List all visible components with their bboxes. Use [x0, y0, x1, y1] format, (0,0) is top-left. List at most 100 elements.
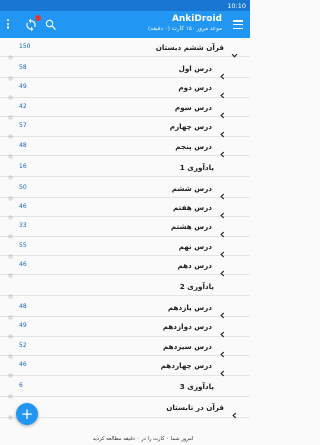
deck-options-icon[interactable]	[8, 124, 13, 139]
deck-row[interactable]: 150 قرآن ششم دبستان	[0, 38, 250, 60]
deck-due-count: 55	[19, 241, 27, 249]
deck-name[interactable]: درس هشتم	[171, 222, 212, 231]
deck-due-count: 48	[19, 303, 27, 311]
deck-name[interactable]: یادآوری 1	[180, 163, 214, 172]
deck-due-count: 58	[19, 63, 27, 71]
deck-row[interactable]: 48 درس یازدهم	[0, 298, 250, 320]
chevron-down-icon[interactable]	[231, 44, 238, 58]
deck-name[interactable]: درس اول	[179, 64, 212, 73]
chevron-left-icon[interactable]	[219, 84, 226, 99]
deck-name[interactable]: یادآوری 2	[180, 282, 214, 291]
deck-due-count: 6	[19, 382, 23, 390]
search-icon[interactable]	[44, 17, 58, 31]
deck-due-count: 46	[19, 361, 27, 369]
sync-icon[interactable]	[24, 15, 41, 32]
deck-name[interactable]: قرآن ششم دبستان	[156, 43, 224, 52]
deck-row[interactable]: 46 درس دهم	[0, 256, 250, 278]
deck-row[interactable]: 50 درس ششم	[0, 179, 250, 200]
chevron-left-icon[interactable]	[219, 185, 226, 199]
deck-options-icon[interactable]	[8, 324, 13, 339]
chevron-left-icon[interactable]	[219, 323, 226, 338]
deck-row[interactable]: 46 درس هفتم	[0, 198, 250, 220]
deck-row[interactable]: 55 درس نهم	[0, 237, 250, 259]
chevron-left-icon[interactable]	[231, 404, 238, 419]
deck-row[interactable]: 52 درس سیزدهم	[0, 337, 250, 359]
deck-row[interactable]: 48 درس پنجم	[0, 137, 250, 158]
deck-options-icon[interactable]	[8, 305, 13, 320]
deck-name[interactable]: درس دهم	[177, 261, 212, 270]
deck-options-icon[interactable]	[8, 284, 13, 299]
chevron-left-icon[interactable]	[219, 262, 226, 277]
deck-options-icon[interactable]	[8, 165, 13, 179]
deck-options-icon[interactable]	[8, 105, 13, 120]
deck-options-icon[interactable]	[8, 224, 13, 239]
deck-row[interactable]: 33 درس هشتم	[0, 217, 250, 239]
deck-row[interactable]: 58 درس اول	[0, 59, 250, 81]
more-options-icon[interactable]	[6, 19, 10, 31]
deck-options-icon[interactable]	[8, 66, 13, 81]
deck-name[interactable]: درس نهم	[179, 242, 212, 251]
deck-row[interactable]: 57 درس چهارم	[0, 117, 250, 139]
deck-name[interactable]: درس چهاردهم	[161, 361, 212, 370]
deck-row[interactable]: 49 درس دوازدهم	[0, 317, 250, 339]
app-subtitle: موعد مرور ۱۵۰ کارت (۰ دقیقه)	[148, 26, 222, 32]
deck-row[interactable]: 6 یادآوری 3	[0, 377, 250, 399]
hamburger-menu-icon[interactable]	[233, 20, 243, 31]
deck-name[interactable]: درس یازدهم	[168, 303, 212, 312]
deck-due-count: 150	[19, 43, 31, 50]
app-title: AnkiDroid	[171, 14, 222, 24]
sync-badge	[35, 15, 41, 21]
deck-options-icon[interactable]	[8, 186, 13, 200]
deck-options-icon[interactable]	[8, 45, 13, 60]
add-fab-button[interactable]: +	[16, 403, 38, 425]
deck-options-icon[interactable]	[8, 244, 13, 259]
deck-row[interactable]: 16 یادآوری 1	[0, 158, 250, 179]
deck-name[interactable]: قرآن در تابستان	[166, 403, 224, 412]
deck-due-count: 16	[19, 162, 27, 170]
deck-row[interactable]: یادآوری 2	[0, 277, 250, 299]
study-summary: امروز شما ۰ کارت را در ۰ دقیقه مطالعه کر…	[92, 436, 194, 442]
deck-name[interactable]: درس ششم	[172, 184, 212, 193]
deck-name[interactable]: درس دوازدهم	[163, 322, 212, 331]
deck-name[interactable]: درس سیزدهم	[163, 342, 212, 351]
deck-name[interactable]: یادآوری 3	[180, 382, 214, 391]
deck-row[interactable]: 42 درس سوم	[0, 98, 250, 120]
deck-name[interactable]: درس دوم	[178, 83, 212, 92]
plus-icon: +	[20, 405, 34, 423]
status-clock: 10:10	[227, 1, 246, 10]
deck-due-count: 46	[19, 261, 27, 269]
deck-options-icon[interactable]	[8, 405, 13, 420]
chevron-left-icon[interactable]	[219, 304, 226, 319]
deck-options-icon[interactable]	[8, 85, 13, 100]
chevron-left-icon[interactable]	[219, 204, 226, 219]
chevron-left-icon[interactable]	[219, 123, 226, 138]
chevron-left-icon[interactable]	[219, 65, 226, 80]
deck-name[interactable]: درس پنجم	[175, 142, 212, 151]
deck-due-count: 52	[19, 341, 27, 349]
chevron-left-icon[interactable]	[219, 143, 226, 157]
deck-due-count: 49	[19, 83, 27, 91]
chevron-left-icon[interactable]	[219, 343, 226, 358]
deck-options-icon[interactable]	[8, 263, 13, 278]
deck-name[interactable]: درس هفتم	[173, 203, 212, 212]
deck-options-icon[interactable]	[8, 205, 13, 220]
chevron-left-icon[interactable]	[219, 223, 226, 238]
status-bar: 10:10	[0, 0, 250, 11]
deck-name[interactable]: درس سوم	[175, 103, 212, 112]
deck-due-count: 48	[19, 141, 27, 149]
deck-due-count: 33	[19, 222, 27, 230]
deck-options-icon[interactable]	[8, 344, 13, 359]
deck-name[interactable]: درس چهارم	[170, 122, 212, 131]
deck-list: 150 قرآن ششم دبستان 58 درس اول 49 درس دوم 42 در…	[0, 38, 250, 420]
deck-options-icon[interactable]	[8, 363, 13, 378]
deck-options-icon[interactable]	[8, 384, 13, 399]
deck-due-count: 42	[19, 102, 27, 110]
chevron-left-icon[interactable]	[219, 104, 226, 119]
chevron-left-icon[interactable]	[219, 362, 226, 377]
deck-row[interactable]: 49 درس دوم	[0, 78, 250, 100]
deck-options-icon[interactable]	[8, 144, 13, 158]
app-bar: AnkiDroid موعد مرور ۱۵۰ کارت (۰ دقیقه)	[0, 11, 250, 38]
deck-due-count: 50	[19, 183, 27, 191]
chevron-left-icon[interactable]	[219, 243, 226, 258]
deck-row[interactable]: 46 درس چهاردهم	[0, 356, 250, 378]
